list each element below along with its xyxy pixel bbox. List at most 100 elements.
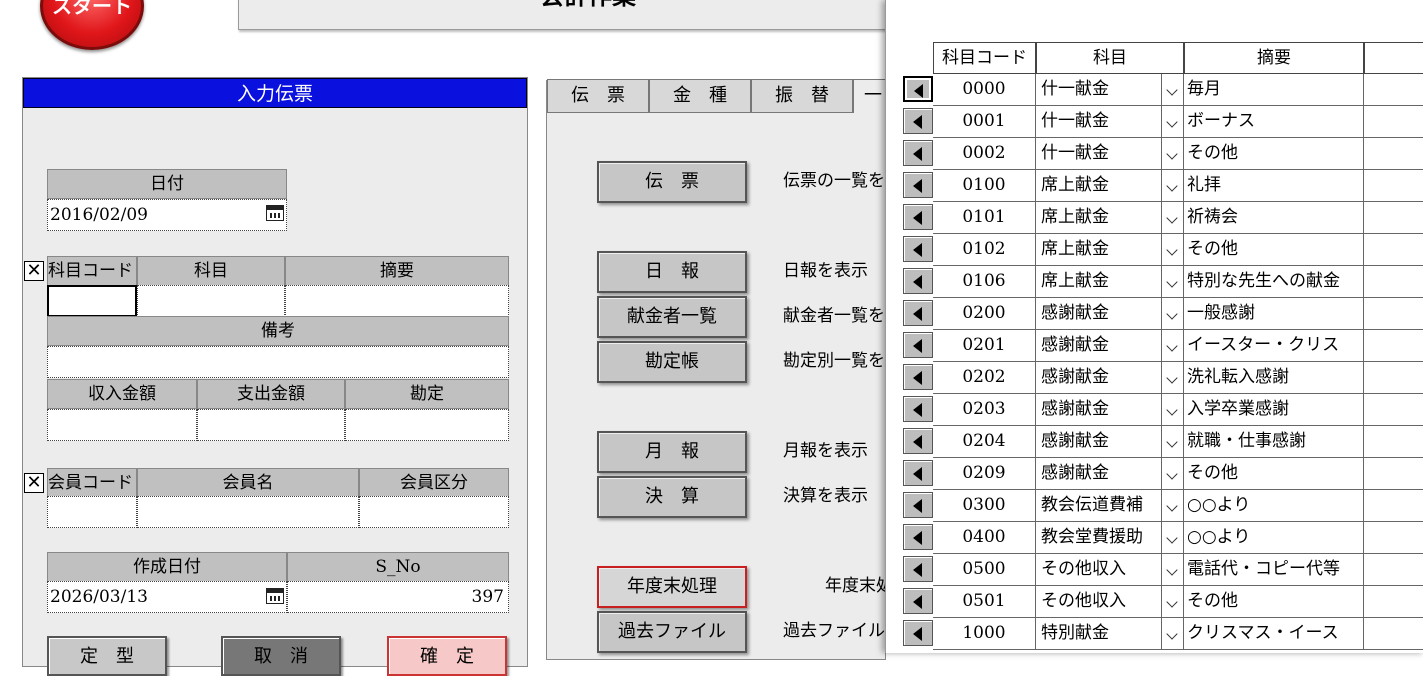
account-code-input[interactable] xyxy=(47,285,137,317)
chevron-down-icon[interactable] xyxy=(1162,458,1184,490)
chevron-down-icon[interactable] xyxy=(1162,330,1184,362)
list-row[interactable]: 0500 その他収入 電話代・コピー代等 xyxy=(886,554,1423,586)
row-extra xyxy=(1364,394,1423,426)
row-code: 0203 xyxy=(933,394,1036,426)
list-row[interactable]: 0102 席上献金 その他 xyxy=(886,234,1423,266)
calendar-icon[interactable] xyxy=(266,205,284,221)
list-row[interactable]: 0101 席上献金 祈祷会 xyxy=(886,202,1423,234)
settlement-button[interactable]: 決 算 xyxy=(597,476,747,518)
list-row[interactable]: 0200 感謝献金 一般感謝 xyxy=(886,298,1423,330)
list-row[interactable]: 0203 感謝献金 入学卒業感謝 xyxy=(886,394,1423,426)
row-selector-icon[interactable] xyxy=(903,428,933,454)
daily-report-button[interactable]: 日 報 xyxy=(597,251,747,293)
chevron-down-icon[interactable] xyxy=(1162,426,1184,458)
remarks-input[interactable] xyxy=(47,346,509,378)
row-selector-icon[interactable] xyxy=(903,300,933,326)
created-date-field[interactable]: 2026/03/13 xyxy=(47,581,287,613)
cancel-button[interactable]: 取 消 xyxy=(221,636,341,676)
chevron-down-icon[interactable] xyxy=(1162,298,1184,330)
list-row[interactable]: 0400 教会堂費援助 ○○より xyxy=(886,522,1423,554)
year-end-button[interactable]: 年度末処理 xyxy=(597,566,747,608)
row-extra xyxy=(1364,266,1423,298)
date-label: 日付 xyxy=(47,169,287,199)
list-row[interactable]: 0106 席上献金 特別な先生への献金 xyxy=(886,266,1423,298)
past-file-button[interactable]: 過去ファイル xyxy=(597,611,747,653)
row-selector-icon[interactable] xyxy=(903,460,933,486)
chevron-down-icon[interactable] xyxy=(1162,106,1184,138)
row-selector-icon[interactable] xyxy=(903,524,933,550)
monthly-report-button[interactable]: 月 報 xyxy=(597,431,747,473)
chevron-down-icon[interactable] xyxy=(1162,490,1184,522)
list-row[interactable]: 0201 感謝献金 イースター・クリス xyxy=(886,330,1423,362)
sno-label: S_No xyxy=(287,552,509,582)
account-list-popup: 科目コード 科目 摘要 0000 什一献金 毎月 0001 什一献金 ボーナス 0002 什一… xyxy=(885,0,1423,653)
list-row[interactable]: 0002 什一献金 その他 xyxy=(886,138,1423,170)
list-row[interactable]: 0209 感謝献金 その他 xyxy=(886,458,1423,490)
row-selector-icon[interactable] xyxy=(903,108,933,134)
row-selector-icon[interactable] xyxy=(903,492,933,518)
daily-report-desc: 日報を表示 xyxy=(783,261,868,281)
list-row[interactable]: 0501 その他収入 その他 xyxy=(886,586,1423,618)
chevron-down-icon[interactable] xyxy=(1162,394,1184,426)
ledger-button[interactable]: 勘定帳 xyxy=(597,341,747,383)
tab-voucher[interactable]: 伝 票 xyxy=(547,79,649,113)
row-code: 0106 xyxy=(933,266,1036,298)
member-type-input[interactable] xyxy=(359,496,509,528)
template-button[interactable]: 定 型 xyxy=(47,636,167,676)
confirm-button[interactable]: 確 定 xyxy=(387,636,507,676)
tab-currency[interactable]: 金 種 xyxy=(649,79,751,113)
row-selector-icon[interactable] xyxy=(903,76,933,102)
chevron-down-icon[interactable] xyxy=(1162,74,1184,106)
row-selector-icon[interactable] xyxy=(903,204,933,230)
row-selector-icon[interactable] xyxy=(903,620,933,646)
chevron-down-icon[interactable] xyxy=(1162,362,1184,394)
chevron-down-icon[interactable] xyxy=(1162,138,1184,170)
row-selector-icon[interactable] xyxy=(903,236,933,262)
row-summary: イースター・クリス xyxy=(1184,330,1364,362)
row-code: 0000 xyxy=(933,74,1036,106)
chevron-down-icon[interactable] xyxy=(1162,586,1184,618)
list-row[interactable]: 0001 什一献金 ボーナス xyxy=(886,106,1423,138)
list-row[interactable]: 0300 教会伝道費補 ○○より xyxy=(886,490,1423,522)
row-summary: その他 xyxy=(1184,138,1364,170)
list-row[interactable]: 0100 席上献金 礼拝 xyxy=(886,170,1423,202)
list-row[interactable]: 0204 感謝献金 就職・仕事感謝 xyxy=(886,426,1423,458)
row-selector-icon[interactable] xyxy=(903,140,933,166)
row-selector-icon[interactable] xyxy=(903,396,933,422)
member-name-input[interactable] xyxy=(137,496,359,528)
row-summary: 礼拝 xyxy=(1184,170,1364,202)
row-selector-icon[interactable] xyxy=(903,332,933,358)
list-row[interactable]: 0202 感謝献金 洗礼転入感謝 xyxy=(886,362,1423,394)
chevron-down-icon[interactable] xyxy=(1162,554,1184,586)
date-field[interactable]: 2016/02/09 xyxy=(47,199,287,231)
row-selector-icon[interactable] xyxy=(903,588,933,614)
row-selector-icon[interactable] xyxy=(903,172,933,198)
donor-list-button[interactable]: 献金者一覧 xyxy=(597,296,747,338)
chevron-down-icon[interactable] xyxy=(1162,170,1184,202)
account-subject-input[interactable] xyxy=(137,285,285,317)
expense-input[interactable] xyxy=(197,409,345,441)
row-selector-icon[interactable] xyxy=(903,556,933,582)
list-row[interactable]: 0000 什一献金 毎月 xyxy=(886,74,1423,106)
account-close-icon[interactable]: ✕ xyxy=(24,261,44,281)
chevron-down-icon[interactable] xyxy=(1162,266,1184,298)
created-calendar-icon[interactable] xyxy=(266,588,284,604)
row-extra xyxy=(1364,170,1423,202)
row-selector-icon[interactable] xyxy=(903,268,933,294)
voucher-button[interactable]: 伝 票 xyxy=(597,161,747,203)
start-button[interactable]: スタート xyxy=(40,0,144,50)
tab-transfer[interactable]: 振 替 xyxy=(751,79,853,113)
chevron-down-icon[interactable] xyxy=(1162,618,1184,650)
member-close-icon[interactable]: ✕ xyxy=(24,473,44,493)
account-type-input[interactable] xyxy=(345,409,509,441)
chevron-down-icon[interactable] xyxy=(1162,234,1184,266)
chevron-down-icon[interactable] xyxy=(1162,202,1184,234)
chevron-down-icon[interactable] xyxy=(1162,522,1184,554)
list-row[interactable]: 1000 特別献金 クリスマス・イース xyxy=(886,618,1423,650)
account-summary-input[interactable] xyxy=(285,285,509,317)
member-code-input[interactable] xyxy=(47,496,137,528)
list-header-extra xyxy=(1364,42,1423,74)
income-input[interactable] xyxy=(47,409,197,441)
row-selector-icon[interactable] xyxy=(903,364,933,390)
row-summary: その他 xyxy=(1184,234,1364,266)
